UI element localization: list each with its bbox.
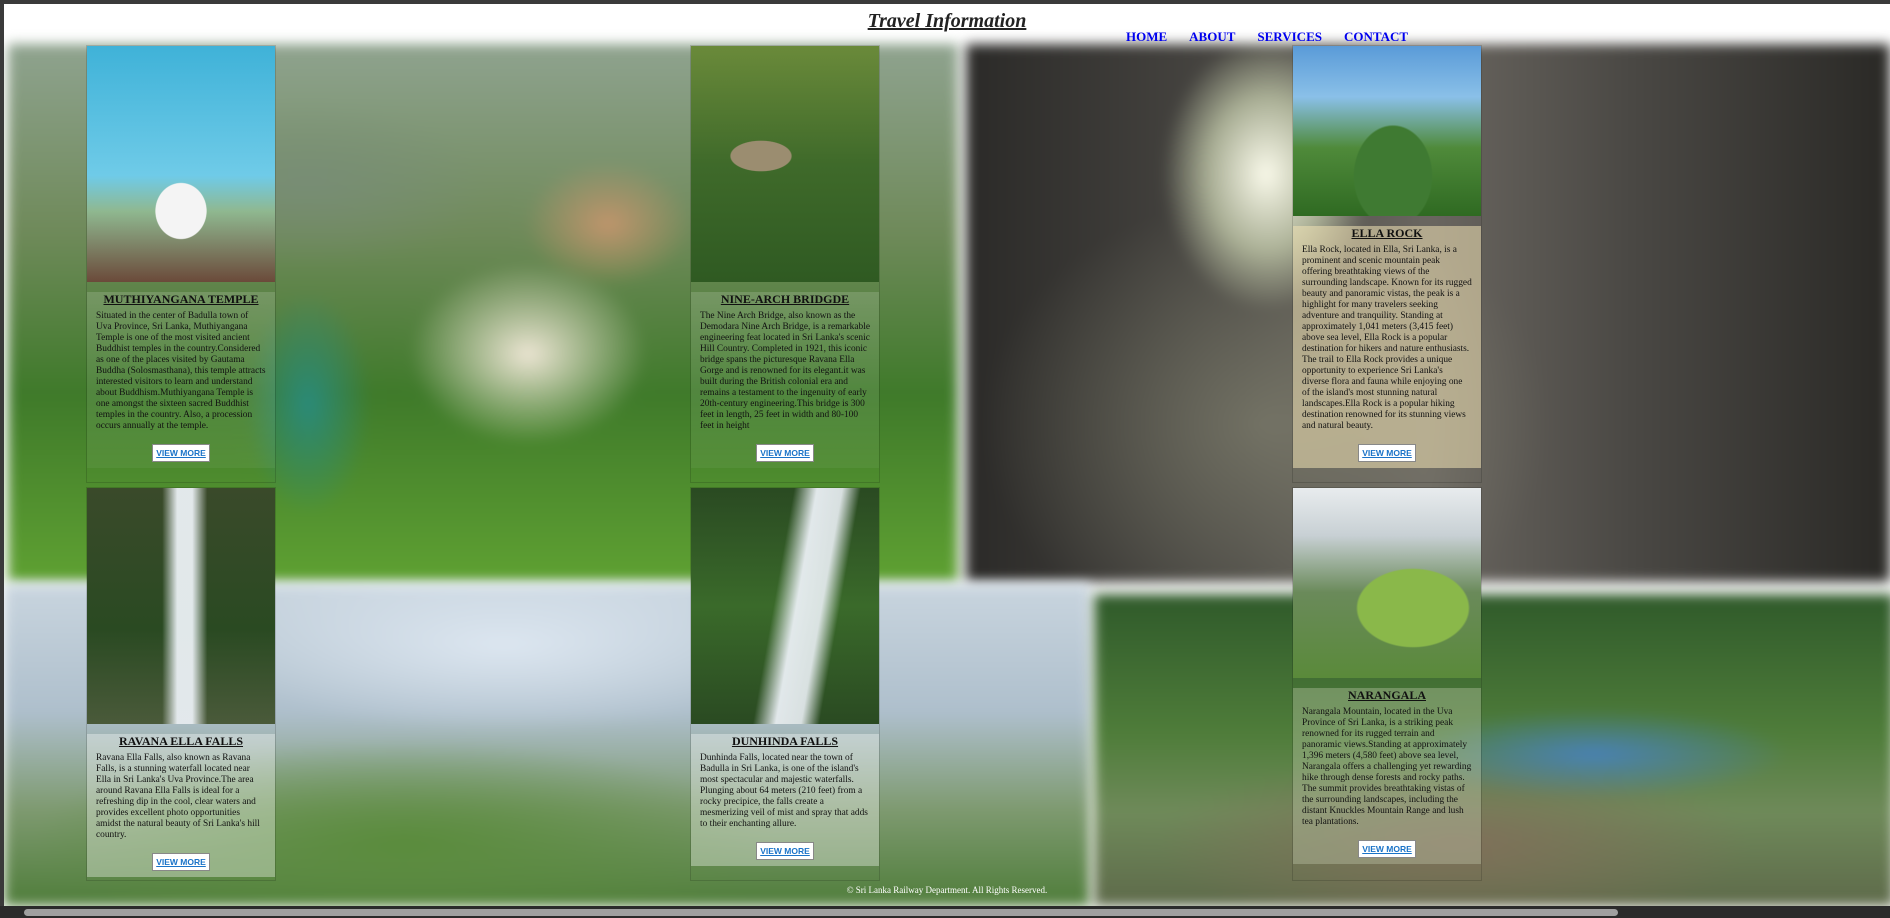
site-title: Travel Information bbox=[867, 10, 1027, 32]
card-ella-rock: ELLA ROCK Ella Rock, located in Ella, Sr… bbox=[1293, 46, 1481, 482]
view-more-button[interactable]: VIEW MORE bbox=[1358, 840, 1416, 858]
card-description: Ravana Ella Falls, also known as Ravana … bbox=[96, 753, 260, 840]
view-more-button[interactable]: VIEW MORE bbox=[152, 444, 210, 462]
card-description: Dunhinda Falls, located near the town of… bbox=[700, 753, 868, 829]
card-body: DUNHINDA FALLS Dunhinda Falls, located n… bbox=[691, 734, 879, 866]
view-more-button[interactable]: VIEW MORE bbox=[152, 853, 210, 871]
horizontal-scrollbar-thumb[interactable] bbox=[24, 909, 1618, 916]
card-title: RAVANA ELLA FALLS bbox=[118, 734, 244, 748]
dunhinda-falls-photo bbox=[691, 488, 879, 724]
card-body: NINE-ARCH BRIDGDE The Nine Arch Bridge, … bbox=[691, 292, 879, 468]
card-title: NARANGALA bbox=[1348, 688, 1426, 702]
card-muthiyangana-temple: MUTHIYANGANA TEMPLE Situated in the cent… bbox=[87, 46, 275, 482]
view-more-button[interactable]: VIEW MORE bbox=[1358, 444, 1416, 462]
card-description: Narangala Mountain, located in the Uva P… bbox=[1302, 707, 1472, 827]
card-nine-arch-bridge: NINE-ARCH BRIDGDE The Nine Arch Bridge, … bbox=[691, 46, 879, 482]
card-ravana-ella-falls: RAVANA ELLA FALLS Ravana Ella Falls, als… bbox=[87, 488, 275, 880]
card-body: NARANGALA Narangala Mountain, located in… bbox=[1293, 688, 1481, 864]
ravana-ella-falls-photo bbox=[87, 488, 275, 724]
main-nav: HOME ABOUT SERVICES CONTACT bbox=[1126, 29, 1430, 45]
card-dunhinda-falls: DUNHINDA FALLS Dunhinda Falls, located n… bbox=[691, 488, 879, 880]
nav-home-link[interactable]: HOME bbox=[1126, 29, 1167, 45]
card-title: MUTHIYANGANA TEMPLE bbox=[103, 292, 259, 306]
nine-arch-bridge-photo bbox=[691, 46, 879, 282]
card-description: Ella Rock, located in Ella, Sri Lanka, i… bbox=[1302, 245, 1472, 431]
nav-services-link[interactable]: SERVICES bbox=[1257, 29, 1322, 45]
background-image-nine-arch-bridge bbox=[1094, 594, 1890, 906]
ella-rock-photo bbox=[1293, 46, 1481, 216]
card-body: MUTHIYANGANA TEMPLE Situated in the cent… bbox=[87, 292, 275, 468]
card-body: RAVANA ELLA FALLS Ravana Ella Falls, als… bbox=[87, 734, 275, 877]
view-more-button[interactable]: VIEW MORE bbox=[756, 444, 814, 462]
view-more-button[interactable]: VIEW MORE bbox=[756, 842, 814, 860]
muthiyangana-temple-photo bbox=[87, 46, 275, 282]
card-description: Situated in the center of Badulla town o… bbox=[96, 311, 266, 431]
card-title: NINE-ARCH BRIDGDE bbox=[720, 292, 850, 306]
card-title: DUNHINDA FALLS bbox=[731, 734, 839, 748]
card-description: The Nine Arch Bridge, also known as the … bbox=[700, 311, 870, 431]
card-body: ELLA ROCK Ella Rock, located in Ella, Sr… bbox=[1293, 226, 1481, 468]
narangala-photo bbox=[1293, 488, 1481, 678]
footer-copyright: © Sri Lanka Railway Department. All Righ… bbox=[846, 885, 1048, 895]
card-title: ELLA ROCK bbox=[1351, 226, 1423, 240]
page: Travel Information HOME ABOUT SERVICES C… bbox=[4, 4, 1890, 906]
nav-about-link[interactable]: ABOUT bbox=[1189, 29, 1235, 45]
nav-contact-link[interactable]: CONTACT bbox=[1344, 29, 1408, 45]
card-narangala: NARANGALA Narangala Mountain, located in… bbox=[1293, 488, 1481, 880]
